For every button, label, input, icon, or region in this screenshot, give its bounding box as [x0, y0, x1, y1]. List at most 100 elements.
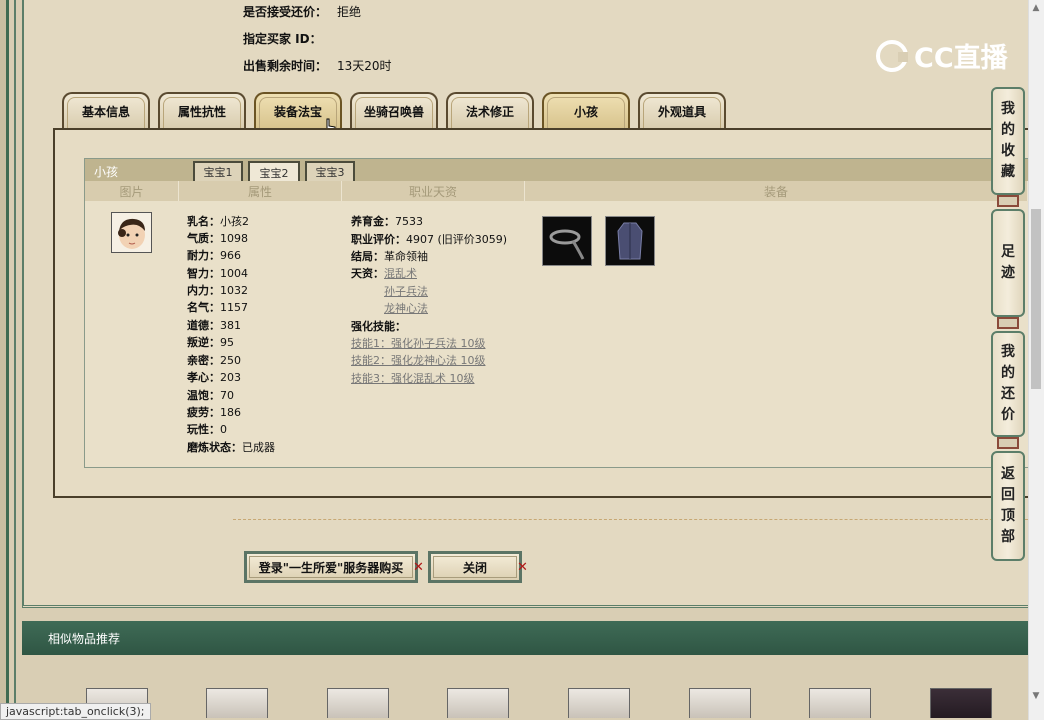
attr-filial: 孝心：203 [187, 371, 241, 384]
close-label: 关闭 [462, 560, 487, 575]
career-ending: 结局：革命领袖 [351, 250, 428, 263]
side-nav-char: 价 [1001, 407, 1015, 423]
accept-counter-value: 拒绝 [337, 5, 362, 19]
similar-item-thumb[interactable] [689, 688, 751, 718]
buyer-id-label: 指定买家 ID： [243, 32, 322, 46]
robe-icon [606, 217, 654, 265]
tab-label: 基本信息 [81, 104, 130, 119]
side-nav-joint [997, 437, 1019, 449]
close-x-icon: ✕ [413, 560, 424, 575]
career-talent: 天资：混乱术 [351, 267, 417, 280]
similar-item-thumb[interactable] [327, 688, 389, 718]
close-button[interactable]: 关闭 [428, 551, 522, 583]
login-buy-button[interactable]: 登录"一生所爱"服务器购买 [244, 551, 418, 583]
subtab-baby-2[interactable]: 宝宝2 [248, 161, 300, 182]
talent-link-dragon[interactable]: 龙神心法 [384, 300, 428, 316]
accept-counter-label: 是否接受还价： [243, 5, 328, 19]
tab-label: 法术修正 [465, 104, 514, 119]
accept-counter-row: 是否接受还价： 拒绝 [243, 3, 361, 20]
tab-label: 属性抗性 [177, 104, 226, 119]
attr-fame: 名气：1157 [187, 301, 248, 314]
skill-link-3[interactable]: 技能3：强化混乱术 10级 [351, 370, 475, 386]
tab-mounts-pets[interactable]: 坐骑召唤兽 [350, 92, 438, 128]
talent-link-chaos[interactable]: 混乱术 [384, 267, 417, 280]
scrollbar-thumb[interactable] [1031, 209, 1041, 389]
attr-stamina: 耐力：966 [187, 249, 241, 262]
child-portrait-icon [112, 213, 151, 252]
career-upbringing: 养育金：7533 [351, 215, 423, 228]
left-decorative-border [0, 0, 22, 720]
equipment-slot-robe[interactable] [605, 216, 655, 266]
career-rating: 职业评价：4907 (旧评价3059) [351, 233, 508, 246]
tab-label: 小孩 [573, 104, 598, 119]
cc-logo-icon [876, 39, 908, 72]
tab-child[interactable]: 小孩 [542, 92, 630, 128]
side-nav-char: 顶 [1001, 508, 1015, 524]
similar-item-thumb[interactable] [206, 688, 268, 718]
scroll-up-arrow-icon[interactable]: ▲ [1028, 0, 1044, 16]
attr-inner-power: 内力：1032 [187, 284, 248, 297]
attr-rebellion: 叛逆：95 [187, 336, 234, 349]
column-header-equipment: 装备 [525, 181, 1028, 201]
side-nav-char: 回 [1001, 487, 1015, 503]
side-nav-char: 返 [1001, 466, 1015, 482]
login-buy-label: 登录"一生所爱"服务器购买 [258, 560, 404, 575]
side-nav-back-to-top[interactable]: 返 回 顶 部 [991, 451, 1025, 561]
skill-link-2[interactable]: 技能2：强化龙神心法 10级 [351, 352, 486, 368]
attr-intimacy: 亲密：250 [187, 354, 241, 367]
time-left-label: 出售剩余时间： [243, 59, 328, 73]
column-header-career: 职业天资 [342, 181, 525, 201]
subtab-baby-3[interactable]: 宝宝3 [305, 161, 355, 181]
tab-appearance[interactable]: 外观道具 [638, 92, 726, 128]
side-nav-my-offers[interactable]: 我 的 还 价 [991, 331, 1025, 437]
buyer-id-row: 指定买家 ID： [243, 30, 332, 47]
side-nav-joint [997, 317, 1019, 329]
side-nav-char: 的 [1001, 365, 1015, 381]
child-section-title: 小孩 [94, 165, 119, 179]
scroll-down-arrow-icon[interactable]: ▼ [1028, 688, 1044, 704]
tab-label: 装备法宝 [273, 104, 322, 119]
side-nav-char: 我 [1001, 101, 1015, 117]
side-nav-footprints[interactable]: 足 迹 [991, 209, 1025, 317]
side-nav-char: 收 [1001, 143, 1015, 159]
side-nav-favorites[interactable]: 我 的 收 藏 [991, 87, 1025, 195]
cc-live-logo: CC直播 [876, 36, 1008, 75]
column-header-attributes: 属性 [179, 181, 342, 201]
attr-fatigue: 疲劳：186 [187, 406, 241, 419]
child-avatar [111, 212, 152, 253]
tab-label: 外观道具 [657, 104, 706, 119]
side-nav-char: 我 [1001, 344, 1015, 360]
similar-item-thumb[interactable] [809, 688, 871, 718]
similar-item-thumb[interactable] [568, 688, 630, 718]
column-header-image: 图片 [85, 181, 179, 201]
similar-items-header: 相似物品推荐 [22, 621, 1028, 655]
similar-item-thumb[interactable] [447, 688, 509, 718]
similar-item-thumb[interactable] [930, 688, 992, 718]
logo-text: CC直播 [914, 43, 1008, 74]
subtab-baby-1[interactable]: 宝宝1 [193, 161, 243, 181]
skill-link-1[interactable]: 技能1：强化孙子兵法 10级 [351, 335, 486, 351]
side-nav-char: 还 [1001, 386, 1015, 402]
side-nav-char: 部 [1001, 529, 1015, 545]
equipment-slot-belt[interactable] [542, 216, 592, 266]
side-nav-char: 的 [1001, 122, 1015, 138]
talent-link-sunzi[interactable]: 孙子兵法 [384, 283, 428, 299]
close-x-icon: ✕ [517, 560, 528, 575]
side-nav-char: 迹 [1001, 265, 1015, 281]
similar-items-title: 相似物品推荐 [48, 631, 121, 646]
tab-label: 坐骑召唤兽 [363, 104, 424, 119]
tab-attributes[interactable]: 属性抗性 [158, 92, 246, 128]
tab-spell-correction[interactable]: 法术修正 [446, 92, 534, 128]
attr-morality: 道德：381 [187, 319, 241, 332]
attr-intelligence: 智力：1004 [187, 267, 248, 280]
side-nav-joint [997, 195, 1019, 207]
side-nav-char: 足 [1001, 244, 1015, 260]
attr-playfulness: 玩性：0 [187, 423, 227, 436]
tab-basic-info[interactable]: 基本信息 [62, 92, 150, 128]
dotted-divider [233, 519, 1028, 520]
belt-icon [543, 217, 591, 265]
attr-nickname: 乳名：小孩2 [187, 215, 249, 228]
time-left-value: 13天20时 [337, 59, 392, 73]
attr-fullness: 温饱：70 [187, 389, 234, 402]
browser-status-bar: javascript:tab_onclick(3); [0, 703, 151, 720]
